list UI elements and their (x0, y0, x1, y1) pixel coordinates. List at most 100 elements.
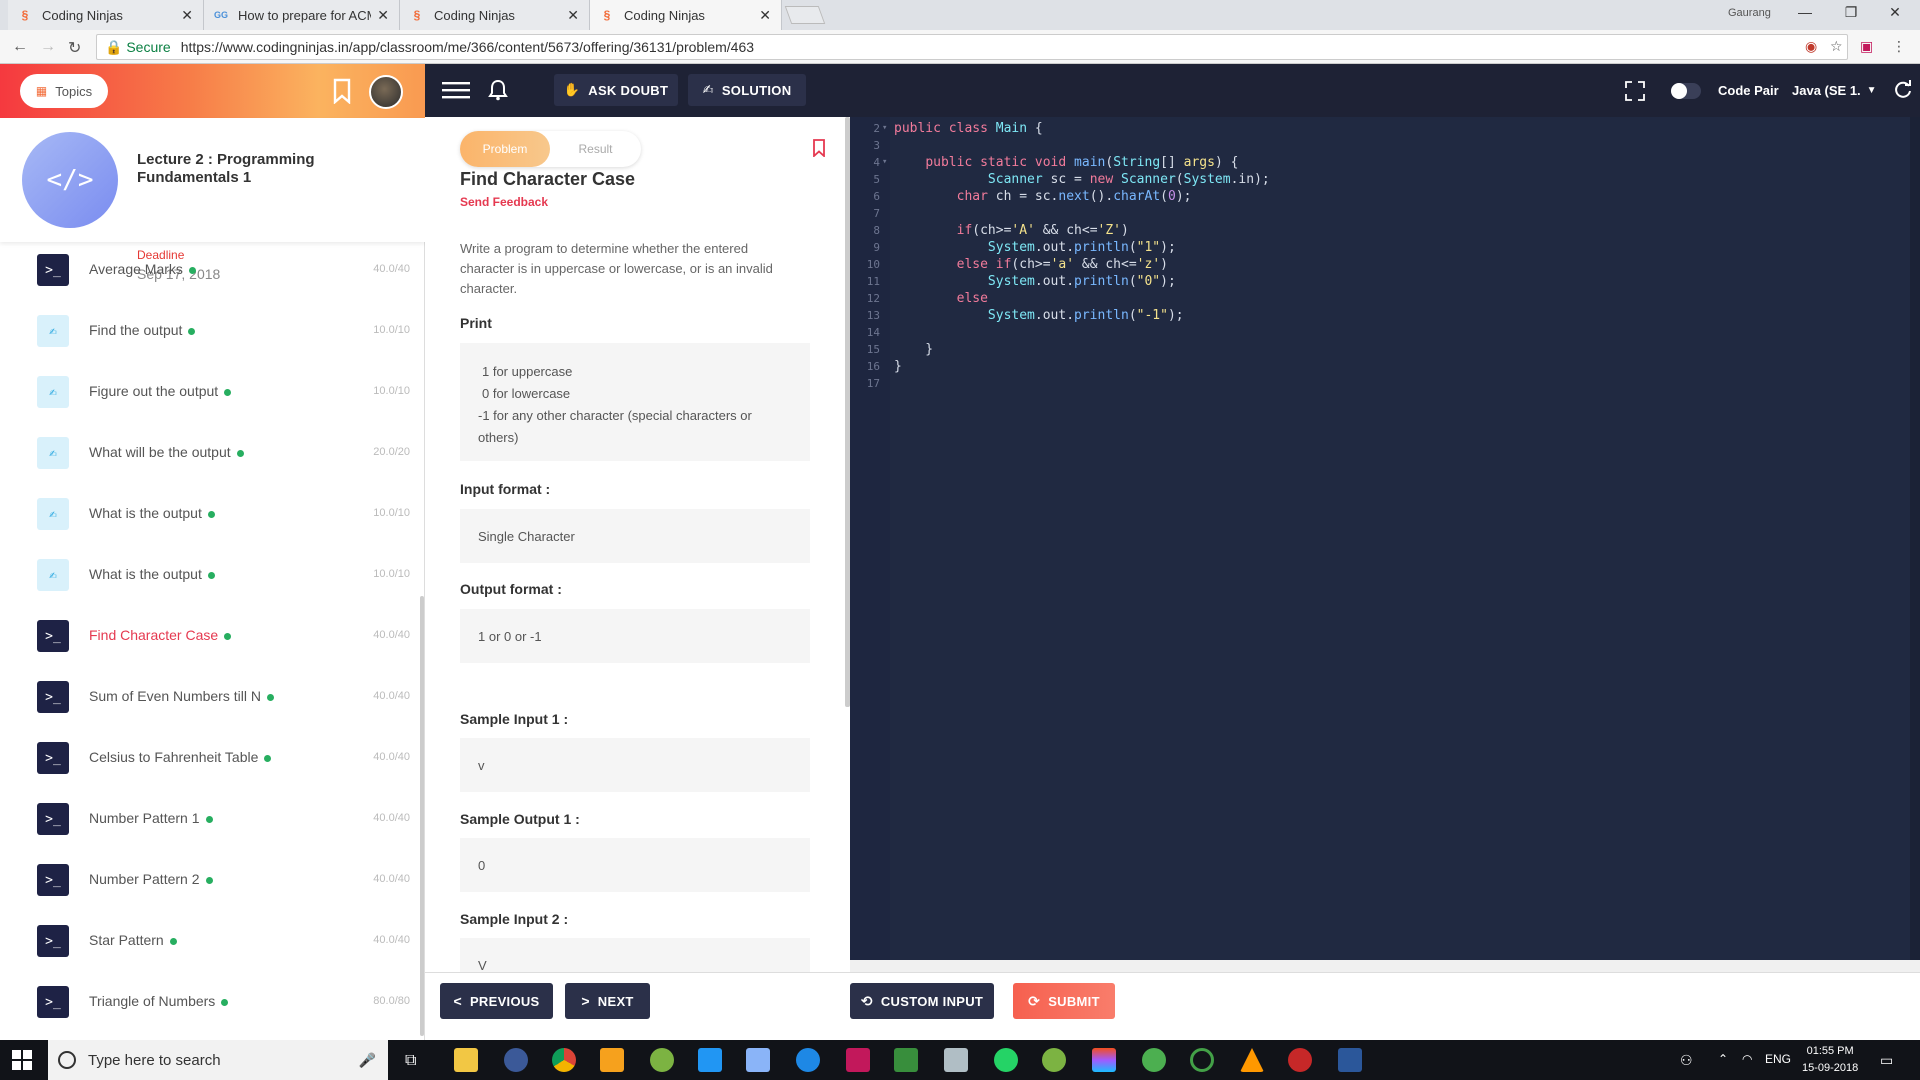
pocket-icon[interactable]: ▣ (1860, 38, 1873, 55)
word-icon[interactable] (1338, 1048, 1362, 1072)
list-item[interactable]: >_ Celsius to Fahrenheit Table 40.0/40 (0, 740, 420, 790)
secure-indicator[interactable]: 🔒 Secure (105, 39, 171, 56)
android-studio-icon[interactable] (650, 1048, 674, 1072)
editor-vertical-scrollbar[interactable] (1910, 117, 1920, 972)
language-indicator[interactable]: ENG (1765, 1052, 1791, 1066)
code-token: ( (1128, 308, 1137, 323)
figma-icon[interactable] (1092, 1048, 1116, 1072)
close-icon[interactable]: ✕ (759, 7, 771, 24)
avatar[interactable] (369, 75, 403, 109)
printer-icon[interactable] (944, 1048, 968, 1072)
code-token: ( (1175, 172, 1184, 187)
list-item[interactable]: >_ Number Pattern 2 40.0/40 (0, 862, 420, 912)
vlc-icon[interactable] (1240, 1048, 1264, 1072)
list-item[interactable]: >_ Sum of Even Numbers till N 40.0/40 (0, 679, 420, 729)
list-item[interactable]: ✍ What will be the output 20.0/20 (0, 435, 420, 485)
box-icon[interactable] (746, 1048, 770, 1072)
topics-button[interactable]: ▦ Topics (20, 74, 108, 108)
submit-button[interactable]: ⟳ SUBMIT (1013, 983, 1115, 1019)
sidebar-scrollbar[interactable] (420, 596, 424, 1036)
bookmark-icon[interactable] (332, 78, 352, 104)
url-input[interactable]: 🔒 Secure https://www.codingninjas.in/app… (96, 34, 1848, 60)
list-item[interactable]: >_ Find Character Case 40.0/40 (0, 618, 420, 668)
restore-icon[interactable]: ❐ (1836, 4, 1866, 21)
more-menu-icon[interactable]: ⋮ (1892, 38, 1906, 55)
ask-doubt-label: ASK DOUBT (588, 82, 669, 98)
whatsapp-icon[interactable] (994, 1048, 1018, 1072)
close-icon[interactable]: ✕ (181, 7, 193, 24)
task-view-icon[interactable]: ⧉ (405, 1052, 416, 1070)
close-window-icon[interactable]: ✕ (1880, 4, 1910, 21)
list-item[interactable]: ✍ Figure out the output 10.0/10 (0, 374, 420, 424)
app-icon[interactable] (504, 1048, 528, 1072)
browser-tab-active[interactable]: § Coding Ninjas ✕ (590, 0, 782, 30)
windows-start-icon[interactable] (12, 1050, 32, 1070)
new-tab-button[interactable] (784, 6, 826, 24)
teamviewer-icon[interactable] (698, 1048, 722, 1072)
fullscreen-icon[interactable] (1625, 81, 1645, 101)
reset-code-icon[interactable] (1893, 80, 1913, 100)
code-token: (ch>= (972, 223, 1012, 238)
forward-icon[interactable]: → (40, 38, 56, 56)
minimize-icon[interactable]: — (1790, 4, 1820, 20)
utorrent-icon[interactable] (1142, 1048, 1166, 1072)
list-item[interactable]: >_ Triangle of Numbers 80.0/80 (0, 984, 420, 1032)
custom-input-button[interactable]: ⟲ CUSTOM INPUT (850, 983, 994, 1019)
bookmark-icon[interactable] (812, 139, 826, 157)
wifi-icon[interactable]: ◠ (1742, 1052, 1752, 1066)
browser-profile-name[interactable]: Gaurang (1728, 7, 1771, 19)
sync-icon[interactable] (1190, 1048, 1214, 1072)
browser-tab[interactable]: GG How to prepare for ACM ✕ (204, 0, 400, 30)
android-icon[interactable] (1042, 1048, 1066, 1072)
reload-icon[interactable]: ↻ (68, 38, 81, 58)
close-icon[interactable]: ✕ (377, 7, 389, 24)
chrome-icon[interactable] (552, 1048, 576, 1072)
spreadsheet-icon[interactable] (894, 1048, 918, 1072)
chevron-up-icon[interactable]: ⌃ (1718, 1052, 1728, 1066)
code-pair-toggle[interactable] (1671, 83, 1701, 99)
ask-doubt-button[interactable]: ✋ ASK DOUBT (554, 74, 678, 106)
list-item[interactable]: ✍ What is the output 10.0/10 (0, 557, 420, 607)
sublime-text-icon[interactable] (600, 1048, 624, 1072)
fold-icon[interactable]: ▾ (882, 123, 887, 133)
microphone-icon[interactable]: 🎤 (359, 1052, 376, 1069)
clock[interactable]: 01:55 PM 15-09-2018 (1802, 1043, 1858, 1077)
extension-icon[interactable]: ◉ (1805, 38, 1817, 55)
code-token: [] (1160, 155, 1184, 170)
browser-tab[interactable]: § Coding Ninjas ✕ (400, 0, 590, 30)
people-icon[interactable]: ⚇ (1680, 1052, 1693, 1069)
list-item[interactable]: >_ Average Marks 40.0/40 (0, 252, 420, 302)
jetbrains-icon[interactable] (846, 1048, 870, 1072)
completed-dot (207, 510, 215, 518)
next-button[interactable]: > NEXT (565, 983, 650, 1019)
code-editor[interactable]: 2 ▾ 3 4 ▾ 5 6 7 8 9 10 11 12 13 14 15 16 17 public class … (850, 117, 1920, 972)
address-bar: ← → ↻ 🔒 Secure https://www.codingninjas.… (0, 30, 1920, 64)
file-explorer-icon[interactable] (454, 1048, 478, 1072)
fold-icon[interactable]: ▾ (882, 157, 887, 167)
code-token: System (987, 240, 1035, 255)
previous-button[interactable]: < PREVIOUS (440, 983, 553, 1019)
browser-tab[interactable]: § Coding Ninjas ✕ (8, 0, 204, 30)
solution-button[interactable]: ✍ SOLUTION (688, 74, 806, 106)
tab-problem[interactable]: Problem (460, 131, 550, 167)
back-icon[interactable]: ← (12, 38, 28, 56)
list-item[interactable]: ✍ Find the output 10.0/10 (0, 313, 420, 363)
r-icon[interactable] (796, 1048, 820, 1072)
close-icon[interactable]: ✕ (567, 7, 579, 24)
tab-result[interactable]: Result (550, 131, 641, 167)
list-item[interactable]: >_ Number Pattern 1 40.0/40 (0, 801, 420, 851)
sidebar-header: ▦ Topics (0, 64, 425, 118)
send-feedback-link[interactable]: Send Feedback (460, 195, 548, 209)
menu-icon[interactable] (442, 81, 470, 99)
language-select[interactable]: Java (SE 1. ▼ (1792, 76, 1888, 104)
taskbar-search-input[interactable]: Type here to search 🎤 (48, 1040, 388, 1080)
bell-icon[interactable] (487, 79, 509, 101)
settings-gear-icon[interactable] (1288, 1048, 1312, 1072)
completed-dot (264, 754, 272, 762)
notification-icon[interactable]: ▭ (1880, 1052, 1893, 1069)
list-item[interactable]: ✍ What is the output 10.0/10 (0, 496, 420, 546)
star-icon[interactable]: ☆ (1830, 38, 1843, 55)
editor-horizontal-scrollbar[interactable] (850, 960, 1920, 972)
secure-label: Secure (126, 38, 171, 55)
list-item[interactable]: >_ Star Pattern 40.0/40 (0, 923, 420, 973)
